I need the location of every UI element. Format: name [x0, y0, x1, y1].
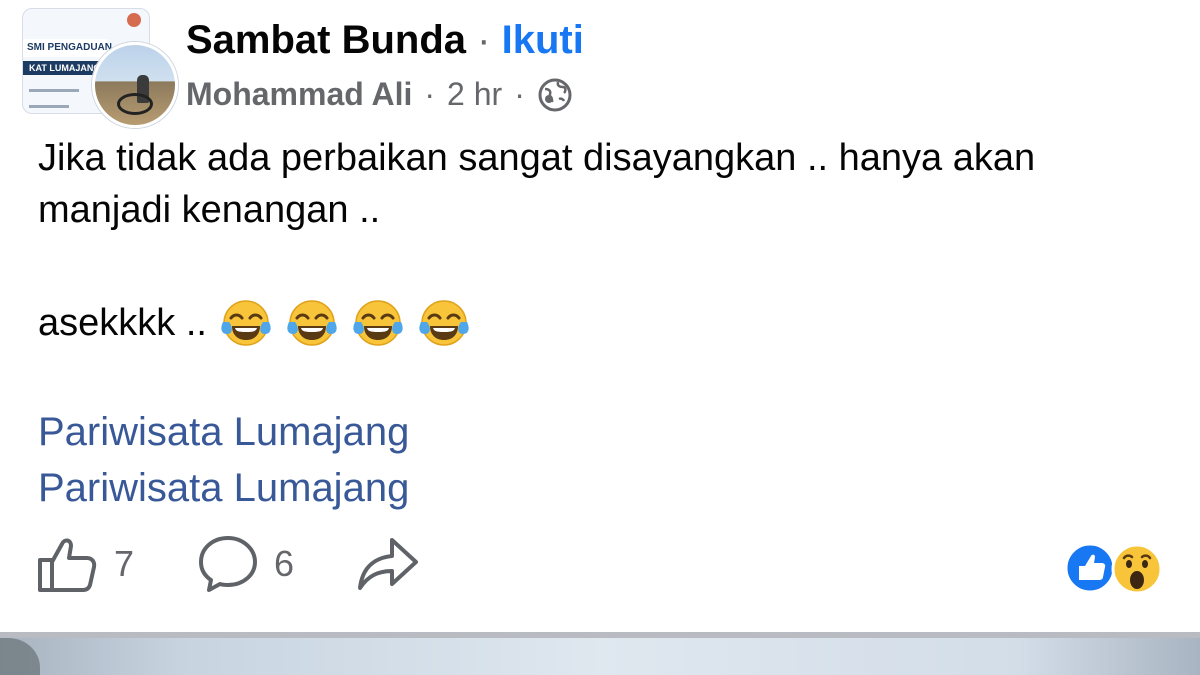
post-actions-bar: 7 6	[36, 532, 482, 596]
face-with-tears-of-joy-icon	[353, 300, 403, 346]
group-name-link[interactable]: Sambat Bunda	[186, 18, 466, 62]
avatar-motorbike-shape	[117, 93, 153, 115]
hashtag-link[interactable]: Pariwisata Lumajang	[38, 410, 409, 455]
group-avatar-dot	[127, 13, 141, 27]
group-avatar-text-1: SMI PENGADUAN	[23, 39, 112, 57]
like-count: 7	[114, 543, 135, 584]
post-header: Sambat Bunda · Ikuti	[186, 18, 584, 63]
author-avatar[interactable]	[92, 42, 178, 128]
photo-tree-shape	[0, 638, 40, 675]
hashtag-link[interactable]: Pariwisata Lumajang	[38, 466, 409, 511]
face-with-tears-of-joy-icon	[221, 300, 271, 346]
post-text-line-2: asekkkk ..	[38, 296, 471, 350]
meta-separator: ·	[424, 76, 436, 112]
reaction-summary[interactable]	[1064, 542, 1174, 595]
comment-count: 6	[274, 543, 295, 584]
post-text-line: Jika tidak ada perbaikan sangat disayang…	[38, 137, 1036, 231]
face-with-tears-of-joy-icon	[419, 300, 469, 346]
like-reaction-icon	[1064, 542, 1116, 594]
face-with-tears-of-joy-icon	[287, 300, 337, 346]
globe-icon	[538, 78, 572, 111]
header-separator: ·	[477, 18, 491, 62]
author-name-link[interactable]: Mohammad Ali	[186, 76, 412, 113]
post-body: Jika tidak ada perbaikan sangat disayang…	[38, 132, 1178, 236]
share-icon	[358, 538, 419, 590]
post-meta: Mohammad Ali · 2 hr ·	[186, 76, 573, 113]
post-text: asekkkk ..	[38, 301, 207, 344]
group-avatar-deco	[29, 89, 79, 92]
comment-bubble-icon	[199, 536, 258, 592]
wow-reaction-icon	[1111, 543, 1163, 595]
group-avatar-deco	[29, 105, 69, 108]
post-card: SMI PENGADUAN KAT LUMAJANG Sambat Bunda …	[0, 0, 1200, 632]
thumbs-up-icon	[38, 538, 97, 592]
like-button[interactable]: 7	[36, 534, 134, 594]
follow-button[interactable]: Ikuti	[502, 18, 584, 62]
share-button[interactable]	[356, 534, 420, 594]
meta-separator: ·	[514, 76, 525, 112]
next-post-photo[interactable]	[0, 638, 1200, 675]
comment-button[interactable]: 6	[196, 534, 294, 594]
post-timestamp[interactable]: 2 hr	[447, 76, 502, 113]
